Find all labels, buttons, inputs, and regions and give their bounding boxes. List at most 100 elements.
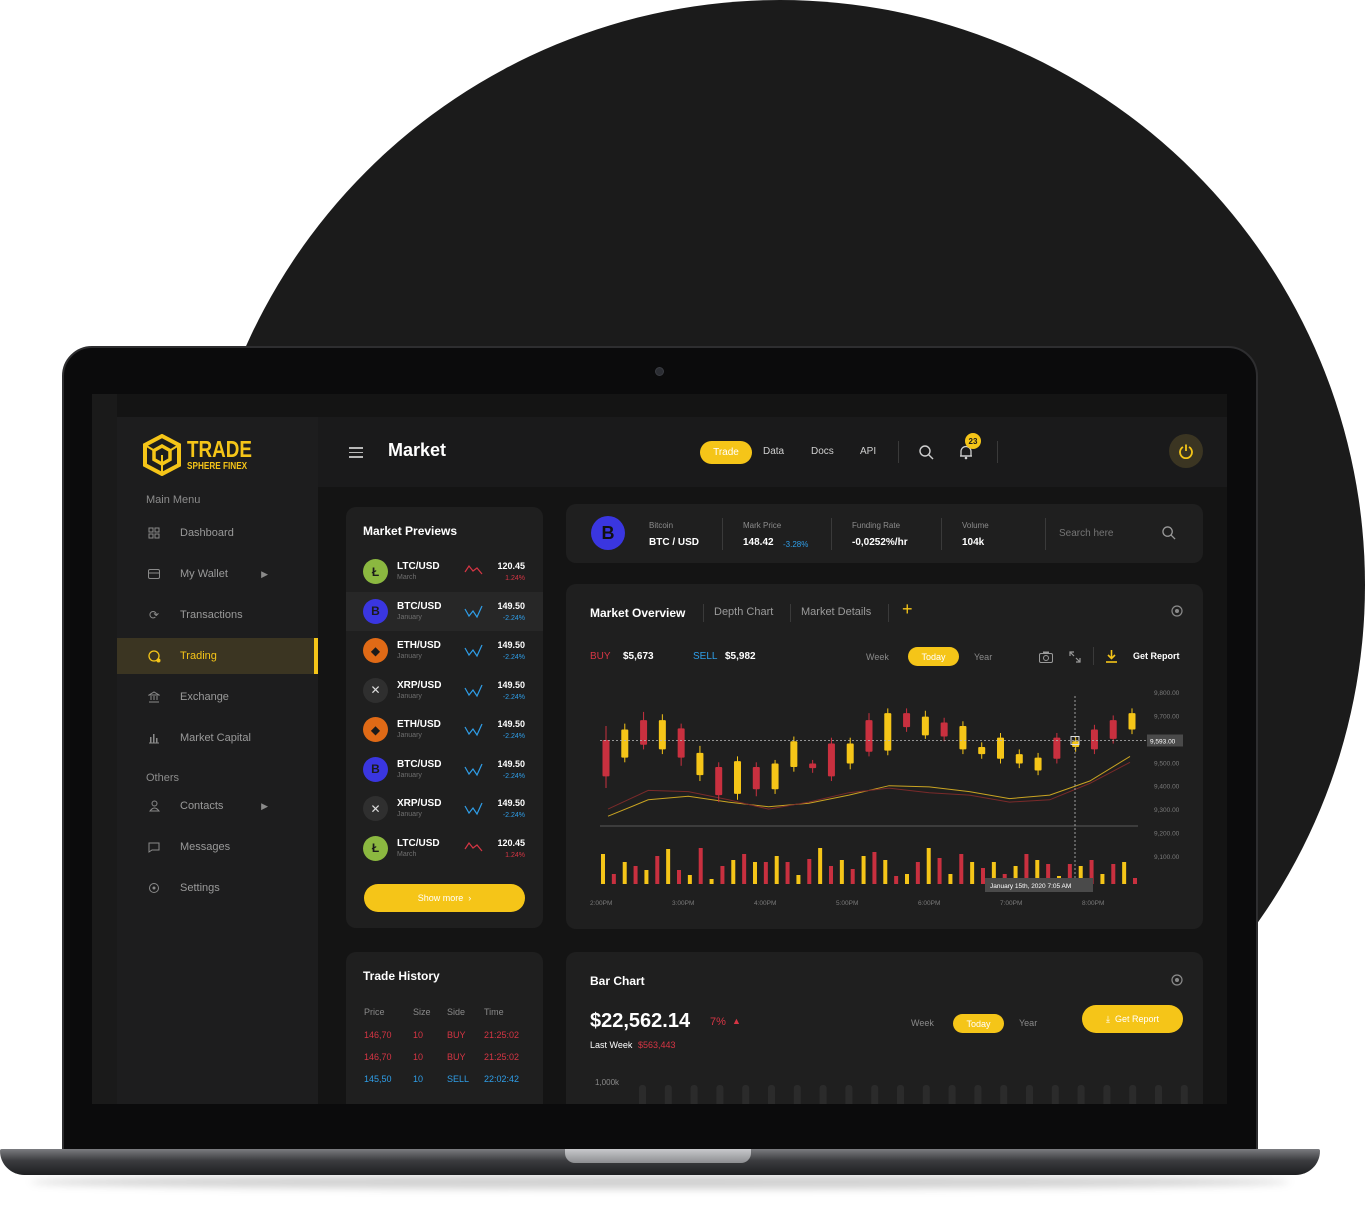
- column-header: Size: [413, 1007, 431, 1017]
- pair-period: January: [397, 613, 422, 621]
- moving-average-line: [607, 761, 1131, 810]
- pair-change: -2.24%: [502, 733, 525, 740]
- sidebar-item-wallet[interactable]: My Wallet ▶: [117, 556, 318, 592]
- sidebar-item-messages[interactable]: Messages: [117, 829, 318, 865]
- market-preview-row[interactable]: ✕ XRP/USD January 149.50 -2.24%: [346, 671, 543, 710]
- pair-period: January: [397, 692, 422, 700]
- brand-subname: SPHERE FINEX: [187, 461, 248, 472]
- market-preview-row[interactable]: B BTC/USD January 149.50 -2.24%: [346, 750, 543, 789]
- market-preview-row[interactable]: B BTC/USD January 149.50 -2.24%: [346, 591, 543, 631]
- market-previews-title: Market Previews: [363, 524, 458, 538]
- sidebar-item-label: Trading: [180, 650, 217, 662]
- candle-body: [940, 722, 948, 737]
- coin-icon: ✕: [363, 796, 388, 821]
- market-preview-row[interactable]: ✕ XRP/USD January 149.50 -2.24%: [346, 789, 543, 828]
- sidebar-item-label: Transactions: [180, 609, 243, 621]
- brand-logo[interactable]: TRADE SPHERE FINEX: [142, 434, 266, 476]
- bar: [690, 1085, 698, 1104]
- pair-price: 149.50: [497, 798, 525, 808]
- candle-body: [677, 728, 685, 758]
- sidebar-item-contacts[interactable]: Contacts ▶: [117, 788, 318, 824]
- candle-body: [846, 743, 854, 764]
- sidebar-item-dashboard[interactable]: Dashboard: [117, 515, 318, 551]
- power-button[interactable]: [1169, 434, 1203, 468]
- trade-size: 10: [413, 1074, 424, 1084]
- pair-price: 120.45: [497, 561, 525, 571]
- sidebar-item-exchange[interactable]: Exchange: [117, 679, 318, 715]
- pair-change: 1.24%: [505, 851, 525, 859]
- bar: [1103, 1085, 1111, 1104]
- nav-trade[interactable]: Trade: [700, 441, 752, 464]
- coin-icon: ✕: [363, 677, 388, 703]
- bar: [793, 1085, 801, 1104]
- sidebar: TRADE SPHERE FINEX Main Menu Dashboard M…: [117, 417, 318, 1104]
- bar: [1077, 1085, 1085, 1104]
- coin-icon: Ł: [363, 559, 388, 584]
- volume-bar: [981, 868, 985, 884]
- bar: [664, 1085, 672, 1104]
- sidebar-item-trading[interactable]: Trading: [117, 638, 318, 674]
- search-icon[interactable]: [1162, 526, 1176, 540]
- volume-bar: [948, 874, 953, 884]
- coin-icon: Ł: [363, 835, 388, 861]
- trade-time: 22:02:42: [484, 1074, 520, 1084]
- market-preview-row[interactable]: ◆ ETH/USD January 149.50 -2.24%: [346, 710, 543, 749]
- volume-bar: [687, 875, 692, 884]
- pair-period: January: [397, 771, 422, 779]
- y-tick-label: 9,500.00: [1154, 760, 1180, 767]
- volume-bar: [850, 869, 855, 884]
- ticker-bar: B Bitcoin BTC / USD Mark Price 148.42 -3…: [566, 504, 1203, 563]
- hamburger-menu-icon[interactable]: [349, 447, 363, 458]
- market-preview-row[interactable]: Ł LTC/USD March 120.45 1.24%: [346, 552, 543, 591]
- market-preview-row[interactable]: Ł LTC/USD March 120.45 1.24%: [346, 829, 543, 868]
- volume-bar: [1122, 862, 1127, 884]
- pair-period: March: [397, 574, 417, 581]
- candle-body: [865, 720, 873, 752]
- x-tick-label: 7:00PM: [1000, 900, 1022, 907]
- candle-body: [752, 766, 760, 790]
- pair-change: -2.24%: [502, 614, 525, 622]
- nav-api[interactable]: API: [860, 446, 876, 457]
- candle-body: [734, 761, 741, 794]
- bar-chart-icon: [147, 731, 161, 745]
- volume-bar: [644, 870, 649, 884]
- column-header: Side: [447, 1007, 466, 1017]
- candle-body: [978, 747, 986, 755]
- coin-pair: BTC / USD: [649, 537, 699, 548]
- show-more-button[interactable]: Show more ›: [364, 884, 525, 912]
- chevron-right-icon: ▶: [261, 800, 268, 811]
- search-icon[interactable]: [919, 445, 934, 460]
- sidebar-item-transactions[interactable]: ⟳ Transactions: [117, 597, 318, 633]
- gear-icon: [147, 881, 161, 895]
- volume-bar: [774, 856, 779, 884]
- pair-price: 149.50: [497, 640, 525, 650]
- candle-body: [1015, 754, 1023, 764]
- candle-body: [1109, 720, 1117, 739]
- sidebar-item-settings[interactable]: Settings: [117, 870, 318, 906]
- sidebar-item-market-capital[interactable]: Market Capital: [117, 720, 318, 756]
- nav-docs[interactable]: Docs: [811, 446, 834, 457]
- candle-body: [1090, 729, 1098, 750]
- pair-change: -2.24%: [502, 654, 525, 661]
- pair-price: 149.50: [497, 758, 525, 769]
- volume-bar: [1133, 878, 1137, 884]
- trade-side: BUY: [447, 1052, 466, 1062]
- volume-bar: [633, 866, 638, 884]
- y-tick-label: 9,400.00: [1154, 784, 1180, 791]
- chart-tooltip: January 15th, 2020 7:05 AM: [990, 883, 1071, 890]
- page-title: Market: [388, 440, 447, 460]
- grid-icon: [147, 526, 161, 540]
- main-menu-label: Main Menu: [146, 494, 201, 506]
- nav-data[interactable]: Data: [763, 446, 784, 457]
- candle-body: [658, 720, 666, 750]
- market-preview-row[interactable]: ◆ ETH/USD January 149.50 -2.24%: [346, 631, 543, 670]
- trading-icon: [147, 649, 161, 663]
- search-input[interactable]: [1059, 524, 1159, 542]
- sidebar-item-label: Market Capital: [180, 732, 251, 744]
- pair-period: January: [397, 653, 422, 660]
- candle-body: [1034, 757, 1042, 771]
- notification-badge: 23: [965, 433, 981, 449]
- sidebar-item-label: Contacts: [180, 800, 224, 812]
- laptop-notch: [565, 1149, 751, 1163]
- bar: [716, 1085, 724, 1104]
